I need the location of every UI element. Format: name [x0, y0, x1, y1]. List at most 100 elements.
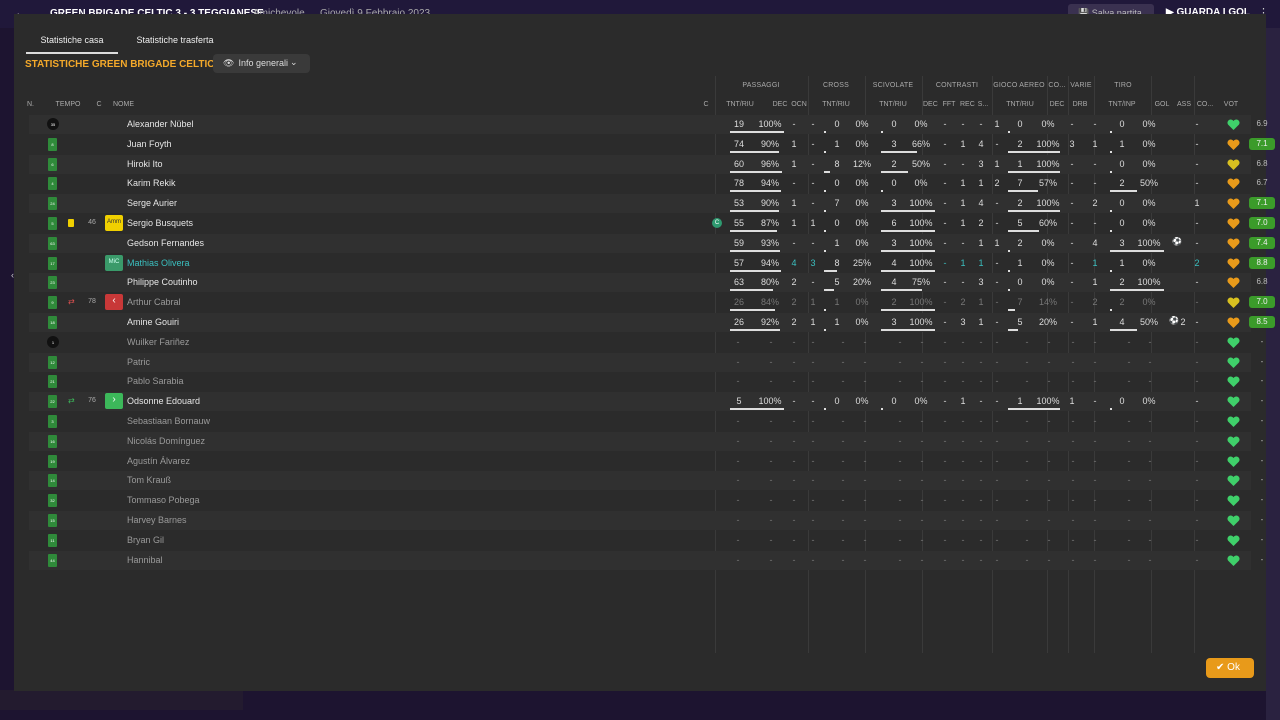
condition-heart-icon: [1227, 435, 1240, 447]
col-header-nome[interactable]: NOME: [113, 101, 173, 108]
player-name[interactable]: Karim Rekik: [127, 178, 176, 188]
table-row[interactable]: 44 Hannibal - - - - - - - - - - - - - - - - - - - -: [29, 550, 1263, 570]
player-name[interactable]: Serge Aurier: [127, 198, 177, 208]
condition-heart-icon: [1227, 554, 1240, 566]
col-header-tempo[interactable]: TEMPO: [54, 101, 82, 108]
table-row[interactable]: 17 MiC Mathias Olivera 57 94% 4 3 8 25% 4 100% -1 1-…: [29, 254, 1275, 273]
player-name[interactable]: Pablo Sarabia: [127, 376, 184, 386]
col-header-aereo-tnt[interactable]: TNT/RIU: [1004, 101, 1036, 108]
pass-accuracy: 90%: [760, 138, 779, 149]
col-header-pass-tnt[interactable]: TNT/RIU: [724, 101, 756, 108]
col-header-pass-ocn[interactable]: OCN: [791, 101, 807, 108]
pass-ocn: -: [811, 158, 815, 169]
co-dec: -: [1070, 277, 1074, 288]
col-header-con-dec[interactable]: DEC: [923, 101, 938, 108]
player-name[interactable]: Patric: [127, 357, 150, 367]
table-row[interactable]: 23 Philippe Coutinho 63 80% 2-5 20% 4 75% - -3-0 0…: [29, 273, 1268, 293]
col-header-cond[interactable]: CO...: [1195, 101, 1215, 108]
table-row[interactable]: 19 Agustín Álvarez - - - - - - - - - - - - - - - - - - - -: [29, 452, 1263, 471]
table-row[interactable]: 11 Bryan Gil - - - - - - - - - - - - - - - - - - - -: [29, 531, 1263, 550]
player-name[interactable]: Hannibal: [127, 555, 163, 565]
empty-value: -: [898, 336, 902, 347]
col-header-gol[interactable]: GOL: [1154, 101, 1170, 108]
player-name[interactable]: Gedson Fernandes: [127, 238, 204, 248]
empty-value: -: [841, 515, 845, 525]
table-row[interactable]: 15 Harvey Barnes - - - - - - - - - - - - - - - - - - - -: [29, 511, 1263, 530]
table-row[interactable]: 22 ⇄ 76 › Odsonne Edouard 5 100% - -0 0% 0 0% -1- -1 1…: [29, 392, 1263, 412]
assists: -: [1195, 297, 1199, 308]
condition-heart-icon: [1227, 514, 1240, 526]
tab-away-stats[interactable]: Statistiche trasferta: [132, 32, 218, 54]
player-name[interactable]: Hiroki Ito: [127, 159, 163, 169]
col-header-co-dec[interactable]: DEC: [1049, 101, 1065, 108]
empty-value: -: [1071, 416, 1075, 426]
player-name[interactable]: Sergio Busquets: [127, 218, 193, 228]
table-row[interactable]: 32 Tommaso Pobega - - - - - - - - - - - - - - - - - - - -: [29, 491, 1263, 510]
table-row[interactable]: 14 Tom Krauß - - - - - - - - - - - - - - - - - - - -: [29, 471, 1263, 491]
col-header-vot[interactable]: VOT: [1217, 101, 1245, 108]
player-name[interactable]: Juan Foyth: [127, 139, 172, 149]
table-row[interactable]: 8 Juan Foyth 74 90% 1-1 0% 3 66% -1 4-2 100% 3 1 1 0% -…: [29, 135, 1275, 154]
group-header-6: VARIE: [1070, 82, 1092, 89]
table-row[interactable]: 12 Patric - - - - - - - - - - - - - - - - - - - -: [29, 352, 1263, 372]
table-row[interactable]: 6 Hiroki Ito 60 96% 1-8 12% 2 50% - -3 1 1 100% - -0 0%…: [29, 154, 1268, 174]
empty-value: -: [995, 495, 999, 506]
player-name[interactable]: Tom Krauß: [127, 475, 171, 485]
player-name[interactable]: Bryan Gil: [127, 535, 164, 545]
empty-value: -: [863, 356, 867, 367]
player-name[interactable]: Arthur Cabral: [127, 297, 181, 307]
col-header-con-rec[interactable]: REC: [960, 101, 975, 108]
col-header-con-s[interactable]: S...: [976, 101, 990, 108]
player-name[interactable]: Sebastiaan Bornauw: [127, 416, 210, 426]
pass-attempts: 74: [733, 138, 744, 149]
empty-value: -: [736, 356, 740, 367]
table-row[interactable]: 35 Alexander Nübel 19 100% - -0 0% 0 0% - - -1 0 0% - -…: [29, 115, 1268, 134]
col-header-cross-tnt[interactable]: TNT/RIU: [820, 101, 852, 108]
view-selector-dropdown[interactable]: 👁 Info generali ⌄: [213, 54, 310, 73]
table-row[interactable]: 63 Gedson Fernandes 59 93% - -1 0% 3 100% - -1 1 2 0%…: [29, 233, 1275, 253]
table-row[interactable]: 16 Nicolás Domínguez - - - - - - - - - - - - - - - - - - - -: [29, 431, 1263, 451]
empty-value: -: [1047, 455, 1051, 466]
tab-home-stats[interactable]: Statistiche casa: [26, 32, 118, 54]
col-header-con-fft[interactable]: FFT: [942, 101, 956, 108]
co-dec: 3: [1069, 138, 1075, 149]
empty-value: -: [811, 376, 815, 387]
player-name[interactable]: Odsonne Edouard: [127, 396, 200, 406]
empty-value: -: [1071, 356, 1075, 367]
match-rating: -: [1260, 336, 1264, 346]
player-name[interactable]: Mathias Olivera: [127, 258, 190, 268]
fill-bar: [730, 329, 780, 331]
table-row[interactable]: 3 Sebastiaan Bornauw - - - - - - - - - - - - - - - - - - - -: [29, 412, 1263, 431]
col-header-ass[interactable]: ASS: [1176, 101, 1192, 108]
player-name[interactable]: Wuilker Fariñez: [127, 337, 189, 347]
empty-value: -: [841, 336, 845, 347]
table-row[interactable]: 4 Karim Rekik 78 94% - -0 0% 0 0% -1 1 2 7 57% - -2 50% -…: [29, 174, 1268, 193]
table-row[interactable]: 5 46 Amm Sergio Busquets C 55 87% 1 1 0 0% 6 100% -1 2…: [29, 214, 1275, 233]
col-header-varie-drb[interactable]: DRB: [1072, 101, 1088, 108]
empty-value: -: [863, 336, 867, 347]
col-header-sciv-tnt[interactable]: TNT/RIU: [877, 101, 909, 108]
fill-bar: [1110, 170, 1112, 173]
col-header-pass-dec[interactable]: DEC: [772, 101, 788, 108]
yellow-card-icon: [68, 219, 74, 227]
col-header-tiro-tnt[interactable]: TNT/INP: [1106, 101, 1138, 108]
table-row[interactable]: 1 Wuilker Fariñez - - - - - - - - - - - - - - - - - - - -: [29, 333, 1263, 352]
player-name[interactable]: Nicolás Domínguez: [127, 436, 205, 446]
player-name[interactable]: Philippe Coutinho: [127, 277, 198, 287]
table-row[interactable]: 9 ⇄ 78 ‹ Arthur Cabral 26 84% 2 1 1 0% 2 100% -2 1-7 14…: [29, 293, 1275, 312]
table-row[interactable]: 21 Pablo Sarabia - - - - - - - - - - - - - - - - - - - -: [29, 372, 1263, 391]
empty-value: -: [792, 475, 796, 486]
col-header-c2[interactable]: C: [701, 101, 711, 108]
dribbles: 1: [1092, 257, 1098, 268]
player-name[interactable]: Tommaso Pobega: [127, 495, 200, 505]
ok-button[interactable]: ✔ Ok: [1206, 658, 1254, 678]
player-name[interactable]: Agustín Álvarez: [127, 456, 190, 466]
col-header-c[interactable]: C: [94, 101, 104, 108]
table-row[interactable]: 18 Amine Gouiri 26 92% 2 1 1 0% 3 100% -3 1-5 20% -1 4…: [29, 313, 1275, 332]
group-header-7: TIRO: [1114, 82, 1132, 89]
table-row[interactable]: 24 Serge Aurier 53 90% 1-7 0% 3 100% -1 4-2 100% -2…: [29, 194, 1275, 214]
player-name[interactable]: Alexander Nübel: [127, 119, 194, 129]
player-name[interactable]: Amine Gouiri: [127, 317, 179, 327]
col-header-n[interactable]: N.: [27, 101, 41, 108]
player-name[interactable]: Harvey Barnes: [127, 515, 187, 525]
